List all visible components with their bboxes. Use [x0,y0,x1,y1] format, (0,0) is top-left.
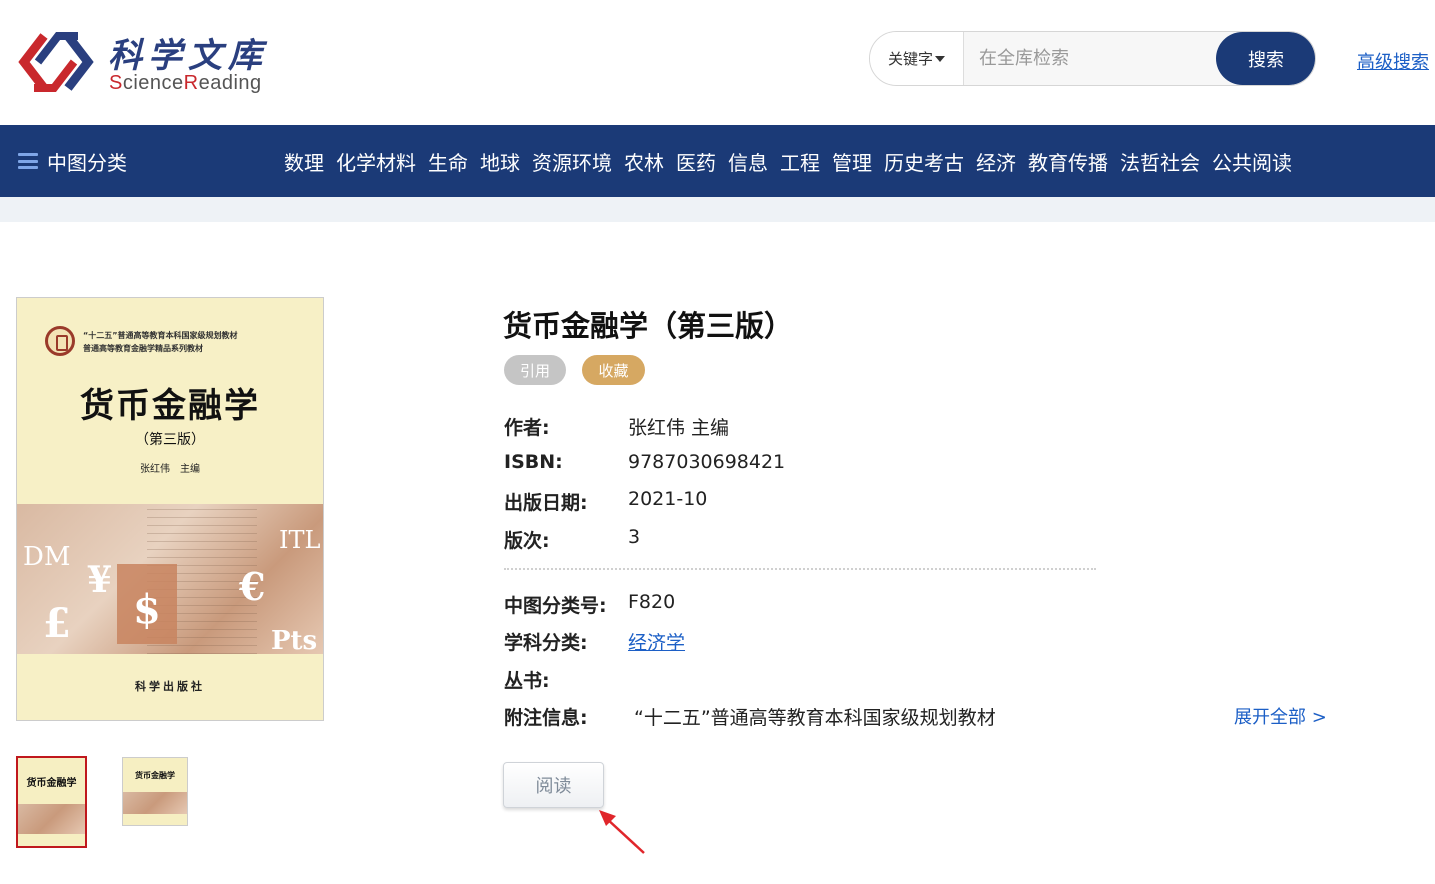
cover-thumbnail-2[interactable]: 货币金融学 [122,757,188,826]
cover-series-line1: “十二五”普通高等教育本科国家级规划教材 [83,331,238,340]
clc-value: F820 [628,591,676,613]
caret-down-icon [935,55,945,62]
search-type-label: 关键字 [887,50,933,68]
cover-symbol-itl: ITL [279,526,321,554]
nav-item-guanli[interactable]: 管理 [832,147,872,176]
logo-en-s: S [109,72,123,94]
note-label: 附注信息: [504,707,588,729]
category-menu-label: 中图分类 [47,150,127,175]
edition-value: 3 [628,526,641,548]
thumb1-band [18,804,85,834]
read-button[interactable]: 阅读 [503,762,604,808]
author-value: 张红伟 主编 [628,417,730,439]
seal-icon [45,326,75,356]
author-label: 作者: [504,417,550,439]
subject-link[interactable]: 经济学 [628,628,685,655]
nav-item-gongcheng[interactable]: 工程 [780,147,820,176]
isbn-label: ISBN: [504,451,563,473]
series-label: 丛书: [504,670,550,692]
nav-category-list: 数理 化学材料 生命 地球 资源环境 农林 医药 信息 工程 管理 历史考古 经… [278,125,1298,197]
cover-symbol-yen: ¥ [87,559,113,601]
category-menu-button[interactable]: 中图分类 [18,125,127,197]
cover-symbol-pts: Pts [271,626,318,656]
details-divider [504,568,1096,570]
logo-en-r: R [183,72,199,94]
subject-label: 学科分类: [504,632,588,654]
cover-thumbnail-1[interactable]: 货币金融学 [16,756,87,848]
nav-item-nonglin[interactable]: 农林 [624,147,664,176]
nav-item-diqiu[interactable]: 地球 [480,147,520,176]
nav-item-shuli[interactable]: 数理 [284,147,324,176]
nav-item-gonggong[interactable]: 公共阅读 [1212,147,1292,176]
pubdate-label: 出版日期: [504,492,588,514]
nav-item-lishi[interactable]: 历史考古 [884,147,964,176]
nav-item-jiaoyu[interactable]: 教育传播 [1028,147,1108,176]
cover-symbol-dm: DM [23,542,71,572]
cover-illustration: DM ¥ $ £ € ITL Pts [17,504,323,656]
book-cover-image: “十二五”普通高等教育本科国家级规划教材 普通高等教育金融学精品系列教材 货币金… [16,297,324,721]
cover-title: 货币金融学 [80,386,260,426]
nav-item-huaxue[interactable]: 化学材料 [336,147,416,176]
logo-en-cience: cience [122,72,184,94]
cover-author: 张红伟 主编 [140,464,200,475]
advanced-search-link[interactable]: 高级搜索 [1357,48,1429,74]
cover-symbol-dollar: $ [133,586,161,633]
search-input[interactable] [965,32,1225,85]
nav-item-xinxi[interactable]: 信息 [728,147,768,176]
cover-series-line2: 普通高等教育金融学精品系列教材 [83,344,203,353]
nav-item-fazhe[interactable]: 法哲社会 [1120,147,1200,176]
nav-item-jingji[interactable]: 经济 [976,147,1016,176]
cover-symbol-euro: € [239,564,266,609]
logo-mark-icon [18,32,94,92]
breadcrumb-strip [0,197,1435,222]
isbn-value: 9787030698421 [628,451,786,473]
site-logo[interactable]: 科学文库 ScienceReading [16,22,276,102]
nav-item-yiyao[interactable]: 医药 [676,147,716,176]
hamburger-icon [18,153,38,169]
logo-english-text: ScienceReading [109,72,262,95]
cover-bottom-area: 科学出版社 [17,654,323,720]
search-bar: 关键字 搜索 [869,31,1316,86]
edition-label: 版次: [504,530,550,552]
clc-label: 中图分类号: [504,595,607,617]
logo-en-eading: eading [198,72,262,94]
cite-button[interactable]: 引用 [504,355,566,385]
cover-edition: （第三版） [135,432,205,448]
cover-publisher: 科学出版社 [135,680,205,693]
cover-symbol-pound: £ [43,600,71,647]
nav-item-ziyuan[interactable]: 资源环境 [532,147,612,176]
note-value: “十二五”普通高等教育本科国家级规划教材 [634,707,996,729]
main-nav: 中图分类 数理 化学材料 生命 地球 资源环境 农林 医药 信息 工程 管理 历… [0,125,1435,197]
favorite-button[interactable]: 收藏 [582,355,645,385]
book-title: 货币金融学（第三版） [503,309,794,343]
nav-item-shengming[interactable]: 生命 [428,147,468,176]
pubdate-value: 2021-10 [628,488,708,510]
thumb2-title: 货币金融学 [135,770,175,780]
logo-chinese-text: 科学文库 [108,36,268,76]
search-type-dropdown[interactable]: 关键字 [870,32,964,85]
red-arrow-annotation-icon [599,810,645,854]
cover-top-area: “十二五”普通高等教育本科国家级规划教材 普通高等教育金融学精品系列教材 货币金… [17,298,323,504]
expand-all-link[interactable]: 展开全部 > [1234,703,1327,729]
thumb2-band [123,792,187,814]
site-header: 科学文库 ScienceReading 关键字 搜索 高级搜索 [0,0,1435,125]
search-button[interactable]: 搜索 [1216,32,1315,85]
thumb1-title: 货币金融学 [26,778,77,789]
